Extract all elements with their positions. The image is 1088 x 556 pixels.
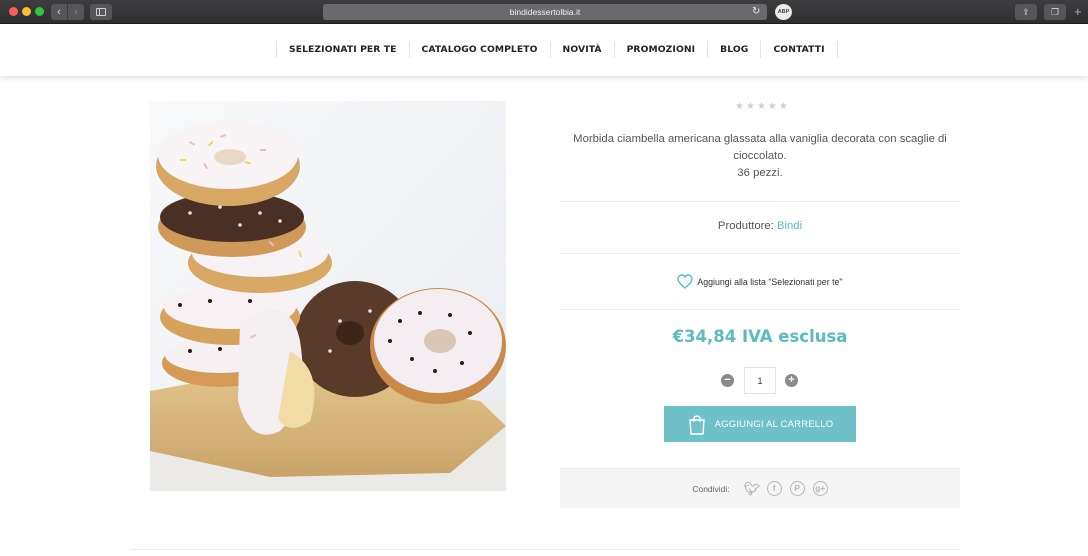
reload-icon[interactable]: ↻: [752, 4, 760, 20]
nav-catalogo-completo[interactable]: CATALOGO COMPLETO: [408, 41, 550, 58]
facebook-icon[interactable]: f: [766, 481, 782, 496]
address-bar[interactable]: bindidessertolbia.it: [323, 4, 767, 20]
divider: [560, 309, 960, 310]
site-header: SELEZIONATI PER TE CATALOGO COMPLETO NOV…: [0, 24, 1088, 76]
show-tabs-button[interactable]: ❐: [1044, 4, 1066, 20]
add-to-cart-button[interactable]: AGGIUNGI AL CARRELLO: [664, 406, 856, 442]
pinterest-icon[interactable]: P: [789, 481, 805, 496]
producer-row: Produttore: Bindi: [560, 220, 960, 232]
nav-promozioni[interactable]: PROMOZIONI: [613, 41, 708, 58]
producer-link[interactable]: Bindi: [777, 220, 802, 232]
quantity-decrease-button[interactable]: −: [721, 374, 734, 387]
share-bar: Condividi: 🐦︎ f P g+: [560, 468, 960, 508]
wishlist-label: Aggiungi alla lista "Selezionati per te": [697, 277, 843, 287]
nav-selezionati-per-te[interactable]: SELEZIONATI PER TE: [276, 41, 409, 58]
fullscreen-window-button[interactable]: [35, 7, 44, 16]
twitter-icon[interactable]: 🐦︎: [744, 481, 761, 496]
nav-contatti[interactable]: CONTATTI: [760, 41, 838, 58]
add-to-wishlist[interactable]: Aggiungi alla lista "Selezionati per te": [560, 274, 960, 290]
star-icon: ★: [778, 101, 788, 112]
divider: [560, 201, 960, 202]
main-menu: SELEZIONATI PER TE CATALOGO COMPLETO NOV…: [276, 41, 838, 58]
sidebar-toggle-button[interactable]: [90, 4, 112, 20]
adblock-extension-icon[interactable]: ABP: [775, 4, 792, 20]
divider: [130, 549, 960, 550]
quantity-input[interactable]: [744, 367, 776, 394]
nav-novita[interactable]: NOVITÀ: [549, 41, 614, 58]
nav-blog[interactable]: BLOG: [707, 41, 760, 58]
star-icon: ★: [735, 101, 744, 112]
google-plus-icon[interactable]: g+: [812, 481, 828, 496]
history-nav: ‹ ›: [51, 4, 84, 20]
description-pieces: 36 pezzi.: [737, 167, 783, 179]
add-to-cart-label: AGGIUNGI AL CARRELLO: [714, 418, 834, 430]
donuts-illustration: [150, 101, 506, 491]
star-icon: ★: [767, 101, 777, 112]
browser-toolbar: ‹ › bindidessertolbia.it ↻ ABP ⇪ ❐ +: [0, 0, 1088, 24]
forward-button[interactable]: ›: [67, 4, 84, 20]
close-window-button[interactable]: [9, 7, 18, 16]
star-icon: ★: [756, 101, 766, 112]
rating-stars: ★ ★ ★ ★ ★: [735, 101, 788, 113]
minimize-window-button[interactable]: [22, 7, 31, 16]
description-line: Morbida ciambella americana glassata all…: [573, 133, 947, 145]
quantity-increase-button[interactable]: +: [785, 374, 798, 387]
back-button[interactable]: ‹: [51, 4, 67, 20]
product-image[interactable]: [150, 101, 506, 491]
description-line: cioccolato.: [733, 150, 787, 162]
sidebar-icon: [96, 8, 106, 16]
share-label: Condividi:: [692, 483, 730, 494]
divider: [560, 253, 960, 254]
heart-icon: [677, 274, 694, 289]
star-icon: ★: [745, 101, 755, 112]
shopping-bag-icon: [688, 415, 705, 435]
share-button[interactable]: ⇪: [1015, 4, 1037, 20]
producer-label: Produttore:: [717, 220, 774, 232]
new-tab-button[interactable]: +: [1074, 5, 1082, 19]
product-price: €34,84 IVA esclusa: [672, 327, 848, 346]
product-description: Morbida ciambella americana glassata all…: [560, 131, 960, 182]
